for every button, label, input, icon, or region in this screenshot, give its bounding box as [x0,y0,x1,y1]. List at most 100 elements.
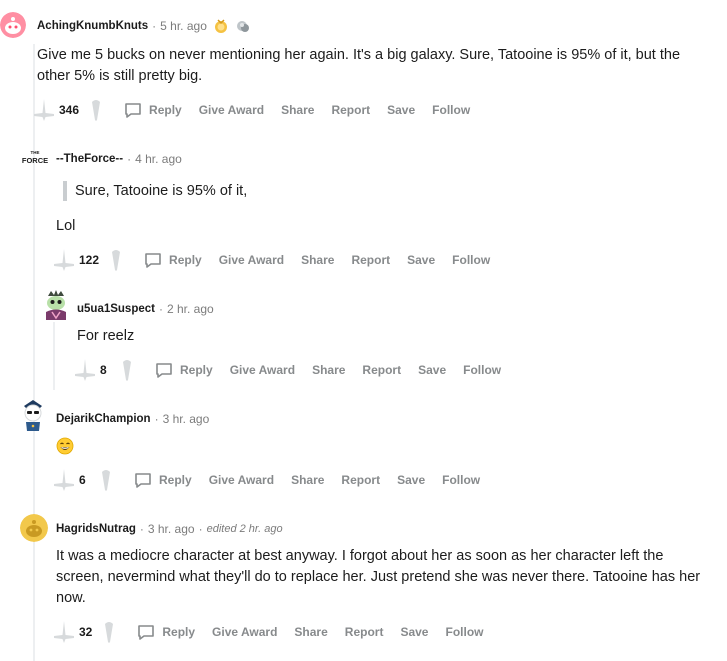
comment-actions: 8 Reply Give Award Share Report Save Fol… [74,358,518,382]
save-button[interactable]: Save [387,103,415,117]
username[interactable]: HagridsNutrag [56,523,136,535]
downvote-icon[interactable] [116,358,138,382]
comment-actions: 346 Reply Give Award Share Report Save F… [33,98,487,122]
reply-icon [138,625,155,640]
share-button[interactable]: Share [312,363,345,377]
separator-dot: · [154,412,159,426]
svg-text:FORCE: FORCE [22,156,48,165]
reply-icon [145,253,161,268]
comment-actions: 122 Reply Give Award Share Report Save F… [53,248,507,272]
snoo-avatar-icon [24,400,42,431]
give-award-button[interactable]: Give Award [219,253,284,267]
separator-dot: · [198,522,203,536]
follow-button[interactable]: Follow [463,363,501,377]
upvote-icon[interactable] [53,248,75,272]
comment-body: For reelz [77,328,135,344]
reply-button[interactable]: Reply [136,622,195,642]
give-award-button[interactable]: Give Award [199,103,264,117]
reply-icon [125,103,141,118]
separator-dot: · [152,19,157,33]
vote-score: 346 [59,103,80,117]
comment-meta: AchingKnumbKnuts · 5 hr. ago [37,18,251,34]
timestamp[interactable]: 4 hr. ago [135,152,182,166]
avatar[interactable] [42,290,70,322]
thread-line[interactable] [33,540,35,661]
follow-button[interactable]: Follow [442,473,480,487]
follow-button[interactable]: Follow [432,103,470,117]
follow-button[interactable]: Follow [452,253,490,267]
reply-label: Reply [159,473,192,487]
give-award-button[interactable]: Give Award [212,625,277,639]
timestamp[interactable]: 3 hr. ago [163,412,210,426]
comment-actions: 6 Reply Give Award Share Report Save Fol… [53,468,497,492]
avatar[interactable] [20,398,46,432]
vote-score: 32 [79,625,93,639]
reply-button[interactable]: Reply [133,470,192,490]
reply-label: Reply [149,103,182,117]
award-icon[interactable] [235,18,251,34]
comment-body: Lol [56,218,76,234]
reply-button[interactable]: Reply [143,250,202,270]
report-button[interactable]: Report [345,625,384,639]
reply-label: Reply [162,625,196,639]
upvote-icon[interactable] [53,468,75,492]
block-quote: Sure, Tatooine is 95% of it, [63,181,247,201]
separator-dot: · [139,522,144,536]
save-button[interactable]: Save [407,253,435,267]
username[interactable]: DejarikChampion [56,413,151,425]
report-button[interactable]: Report [362,363,401,377]
timestamp[interactable]: 2 hr. ago [167,302,214,316]
comment-meta: --TheForce-- · 4 hr. ago [56,152,182,166]
downvote-icon[interactable] [85,98,107,122]
avatar[interactable] [0,12,26,38]
comment-body: Give me 5 bucks on never mentioning her … [37,47,681,84]
upvote-icon[interactable] [74,358,96,382]
report-button[interactable]: Report [341,473,380,487]
vote-score: 8 [100,363,107,377]
edited-label: edited 2 hr. ago [206,523,283,535]
save-button[interactable]: Save [400,625,428,639]
vote-score: 6 [79,473,86,487]
report-button[interactable]: Report [351,253,390,267]
avatar[interactable]: THE FORCE [22,148,48,170]
upvote-icon[interactable] [33,98,55,122]
timestamp[interactable]: 3 hr. ago [148,522,195,536]
svg-text:THE: THE [31,150,40,155]
comment-actions: 32 Reply Give Award Share Report Save Fo… [53,620,500,644]
username[interactable]: u5ua1Suspect [77,303,155,315]
separator-dot: · [158,302,163,316]
upvote-icon[interactable] [53,620,75,644]
timestamp[interactable]: 5 hr. ago [160,19,207,33]
give-award-button[interactable]: Give Award [230,363,295,377]
downvote-icon[interactable] [105,248,127,272]
snoo-avatar-icon [46,290,66,320]
snoo-avatar-icon [20,514,48,542]
thread-line[interactable] [53,322,55,390]
follow-button[interactable]: Follow [445,625,483,639]
save-button[interactable]: Save [418,363,446,377]
share-button[interactable]: Share [281,103,314,117]
laughing-emoji-icon [56,437,74,455]
avatar[interactable] [20,514,48,542]
separator-dot: · [127,152,132,166]
username[interactable]: --TheForce-- [56,153,123,165]
reply-icon [156,363,172,378]
share-button[interactable]: Share [291,473,324,487]
comment-meta: HagridsNutrag · 3 hr. ago · edited 2 hr.… [56,522,283,536]
vote-score: 122 [79,253,100,267]
reply-icon [135,473,151,488]
comment-thread: AchingKnumbKnuts · 5 hr. ago Give me 5 b… [0,0,727,661]
save-button[interactable]: Save [397,473,425,487]
report-button[interactable]: Report [331,103,370,117]
reply-button[interactable]: Reply [154,360,213,380]
snoo-avatar-icon [0,12,26,38]
reply-button[interactable]: Reply [123,100,182,120]
share-button[interactable]: Share [294,625,327,639]
username[interactable]: AchingKnumbKnuts [37,20,148,32]
give-award-button[interactable]: Give Award [209,473,274,487]
downvote-icon[interactable] [98,620,120,644]
reply-label: Reply [180,363,213,377]
award-icon[interactable] [213,18,229,34]
downvote-icon[interactable] [95,468,117,492]
share-button[interactable]: Share [301,253,334,267]
